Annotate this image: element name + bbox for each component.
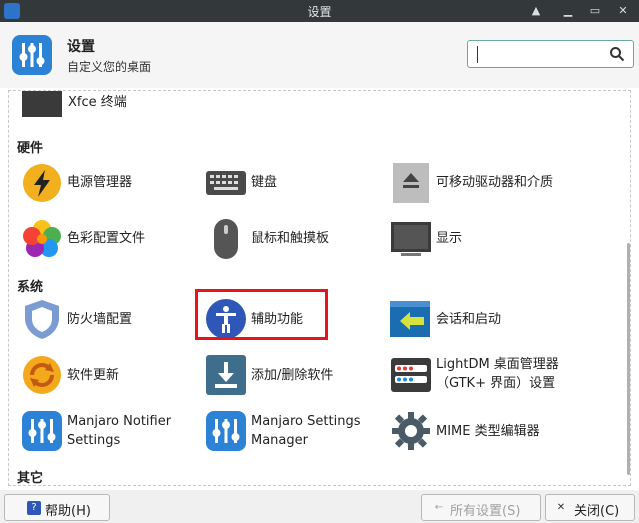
keyboard-icon bbox=[206, 171, 246, 195]
shield-icon bbox=[25, 300, 59, 339]
terminal-icon bbox=[22, 91, 62, 117]
search-icon[interactable] bbox=[609, 46, 625, 62]
close-button[interactable]: ✕ 关闭(C) bbox=[545, 494, 635, 521]
text-caret bbox=[477, 46, 478, 63]
item-display[interactable]: 显示 bbox=[390, 216, 620, 262]
item-label-line1: Manjaro Settings bbox=[251, 414, 361, 429]
lightdm-icon bbox=[391, 358, 431, 392]
item-label: 显示 bbox=[436, 231, 463, 246]
help-button[interactable]: ? 帮助(H) bbox=[4, 494, 110, 521]
power-icon bbox=[23, 164, 61, 202]
display-icon bbox=[391, 222, 431, 256]
manjaro-notifier-icon bbox=[22, 411, 62, 451]
help-icon: ? bbox=[27, 501, 41, 515]
color-profile-icon bbox=[23, 220, 61, 257]
header: 设置 自定义您的桌面 bbox=[0, 22, 639, 88]
close-label: 关闭(C) bbox=[574, 504, 620, 519]
item-xfce-terminal[interactable]: Xfce 终端 bbox=[22, 91, 202, 129]
item-color-profiles[interactable]: 色彩配置文件 bbox=[21, 216, 201, 262]
item-label: Xfce 终端 bbox=[68, 95, 127, 110]
package-download-icon bbox=[206, 355, 246, 395]
item-manjaro-notifier[interactable]: Manjaro Notifier Settings bbox=[21, 408, 201, 454]
minimize-icon[interactable]: ▁ bbox=[559, 2, 577, 20]
section-hardware: 硬件 bbox=[17, 141, 44, 156]
settings-app-icon bbox=[12, 35, 52, 75]
item-manjaro-settings-manager[interactable]: Manjaro Settings Manager bbox=[205, 408, 385, 454]
item-label: 可移动驱动器和介质 bbox=[436, 175, 554, 190]
back-arrow-icon: ← bbox=[434, 502, 444, 513]
all-settings-label: 所有设置(S) bbox=[450, 504, 521, 519]
item-add-remove-software[interactable]: 添加/删除软件 bbox=[205, 352, 385, 398]
item-label: 键盘 bbox=[251, 175, 278, 190]
item-label-line2: （GTK+ 界面）设置 bbox=[436, 376, 556, 391]
mouse-icon bbox=[214, 219, 238, 259]
item-label-line1: LightDM 桌面管理器 bbox=[436, 357, 559, 372]
item-label: 软件更新 bbox=[67, 368, 120, 383]
item-label: 鼠标和触摸板 bbox=[251, 231, 330, 246]
eject-icon bbox=[393, 163, 429, 203]
item-label: 色彩配置文件 bbox=[67, 231, 146, 246]
scrollbar[interactable] bbox=[627, 243, 630, 475]
item-removable-drives[interactable]: 可移动驱动器和介质 bbox=[390, 160, 620, 206]
help-label: 帮助(H) bbox=[45, 504, 91, 519]
shade-icon[interactable]: ▲ bbox=[527, 2, 545, 20]
gear-icon bbox=[392, 412, 430, 450]
all-settings-button[interactable]: ← 所有设置(S) bbox=[421, 494, 541, 521]
item-label-line1: Manjaro Notifier bbox=[67, 414, 172, 429]
item-lightdm-settings[interactable]: LightDM 桌面管理器 （GTK+ 界面）设置 bbox=[390, 352, 620, 398]
section-system: 系统 bbox=[17, 280, 44, 295]
item-label-line2: Manager bbox=[251, 433, 308, 448]
software-update-icon bbox=[23, 356, 61, 394]
page-title: 设置 bbox=[67, 39, 95, 55]
highlight-box bbox=[195, 289, 328, 340]
title-bar: 设置 ▲ ▁ ▭ ✕ bbox=[0, 0, 639, 22]
section-other: 其它 bbox=[17, 471, 44, 486]
search-input[interactable] bbox=[467, 40, 634, 68]
session-startup-icon bbox=[390, 301, 430, 337]
item-software-update[interactable]: 软件更新 bbox=[21, 352, 201, 398]
item-label: 添加/删除软件 bbox=[251, 368, 334, 383]
item-keyboard[interactable]: 键盘 bbox=[205, 160, 385, 206]
item-firewall[interactable]: 防火墙配置 bbox=[21, 296, 201, 342]
item-label-line2: Settings bbox=[67, 433, 121, 448]
manjaro-settings-icon bbox=[206, 411, 246, 451]
item-label: MIME 类型编辑器 bbox=[436, 424, 540, 439]
close-icon: ✕ bbox=[556, 502, 566, 513]
item-power-manager[interactable]: 电源管理器 bbox=[21, 160, 201, 206]
settings-list[interactable]: Xfce 终端 硬件 电源管理器 键盘 可移动驱动器和介质 色彩配置文件 鼠标和… bbox=[8, 90, 631, 486]
footer: ? 帮助(H) ← 所有设置(S) ✕ 关闭(C) bbox=[0, 490, 639, 523]
item-mime-editor[interactable]: MIME 类型编辑器 bbox=[390, 408, 620, 454]
item-label: 防火墙配置 bbox=[67, 312, 133, 327]
page-subtitle: 自定义您的桌面 bbox=[67, 60, 152, 74]
item-session-startup[interactable]: 会话和启动 bbox=[390, 296, 620, 342]
item-mouse-touchpad[interactable]: 鼠标和触摸板 bbox=[205, 216, 385, 262]
close-window-icon[interactable]: ✕ bbox=[614, 2, 632, 20]
item-label: 会话和启动 bbox=[436, 312, 502, 327]
item-label: 电源管理器 bbox=[67, 175, 133, 190]
maximize-icon[interactable]: ▭ bbox=[586, 2, 604, 20]
